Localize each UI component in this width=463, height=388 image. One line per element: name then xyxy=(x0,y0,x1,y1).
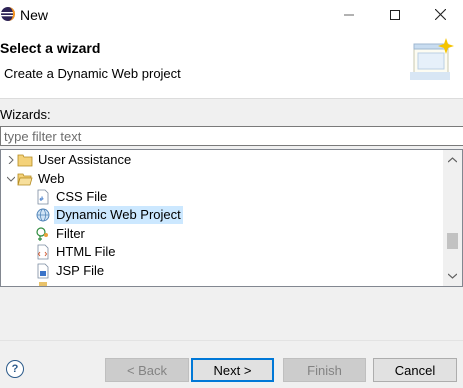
folder-icon xyxy=(17,152,33,168)
jsp-file-icon xyxy=(35,263,51,279)
filter-input[interactable] xyxy=(0,126,463,146)
tree-scrollbar[interactable] xyxy=(443,150,462,286)
close-button[interactable] xyxy=(417,0,463,30)
tree-item-label: HTML File xyxy=(56,244,116,259)
button-bar-divider xyxy=(0,340,463,341)
file-icon xyxy=(35,281,51,286)
tree-item-label: Dynamic Web Project xyxy=(54,206,183,224)
tree-item-user-assistance[interactable]: User Assistance xyxy=(5,151,133,169)
minimize-button[interactable] xyxy=(326,0,372,30)
tree-item-web[interactable]: Web xyxy=(5,170,67,188)
page-title: Select a wizard xyxy=(0,40,101,56)
tree-item-label: User Assistance xyxy=(38,152,132,167)
window-title: New xyxy=(20,7,49,23)
maximize-icon xyxy=(390,8,400,23)
minimize-icon xyxy=(344,8,354,23)
wizard-banner: Select a wizard Create a Dynamic Web pro… xyxy=(0,30,463,99)
cancel-button[interactable]: Cancel xyxy=(373,358,457,382)
tree-item-html-file[interactable]: HTML File xyxy=(35,243,117,261)
filter-icon xyxy=(35,226,51,242)
chevron-right-icon[interactable] xyxy=(5,151,17,169)
tree-item-dynamic-web-project[interactable]: Dynamic Web Project xyxy=(35,206,183,224)
web-project-icon xyxy=(35,207,51,223)
help-button[interactable]: ? xyxy=(6,360,24,378)
wizard-tree[interactable]: User Assistance Web # CSS File Dynamic W… xyxy=(0,149,463,287)
finish-button[interactable]: Finish xyxy=(283,358,366,382)
scroll-up-icon[interactable] xyxy=(443,152,462,168)
close-icon xyxy=(434,8,446,23)
back-button[interactable]: < Back xyxy=(105,358,189,382)
scroll-down-icon[interactable] xyxy=(443,268,462,284)
next-button[interactable]: Next > xyxy=(191,358,274,382)
help-icon: ? xyxy=(11,363,19,375)
tree-item-label: CSS File xyxy=(56,189,108,204)
html-file-icon xyxy=(35,244,51,260)
tree-item-label: Web xyxy=(38,171,65,186)
page-description: Create a Dynamic Web project xyxy=(4,66,181,81)
chevron-down-icon[interactable] xyxy=(5,170,17,188)
css-file-icon: # xyxy=(35,189,51,205)
maximize-button[interactable] xyxy=(372,0,418,30)
scrollbar-thumb[interactable] xyxy=(447,233,458,249)
eclipse-icon xyxy=(0,6,16,22)
tree-item-label: Filter xyxy=(56,226,85,241)
folder-open-icon xyxy=(17,171,33,187)
tree-item-filter[interactable]: Filter xyxy=(35,225,87,243)
title-bar: New xyxy=(0,0,463,30)
tree-item-partial xyxy=(35,280,54,286)
tree-item-jsp-file[interactable]: JSP File xyxy=(35,262,106,280)
tree-item-label: JSP File xyxy=(56,263,105,278)
wizards-label: Wizards: xyxy=(0,107,51,122)
tree-item-css-file[interactable]: # CSS File xyxy=(35,188,109,206)
svg-text:#: # xyxy=(39,196,44,203)
new-wizard-icon xyxy=(408,36,456,87)
